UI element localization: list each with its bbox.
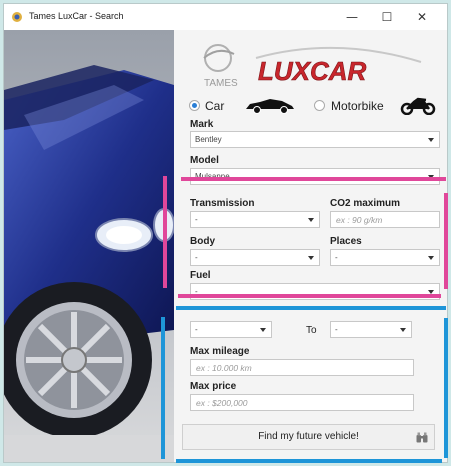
motorbike-radio[interactable]: [314, 100, 325, 111]
luxcar-logo: TAMES LUXCAR: [203, 44, 422, 89]
motorbike-radio-label[interactable]: Motorbike: [331, 99, 384, 113]
places-label: Places: [330, 236, 362, 247]
co2-label: CO2 maximum: [330, 198, 401, 209]
annotation-pink-bottom: [178, 294, 441, 298]
co2-placeholder: ex : 90 g/km: [336, 215, 383, 225]
model-label: Model: [190, 155, 219, 166]
search-panel: TAMES LUXCAR Car Motorbike Mark Bentley: [174, 30, 447, 462]
annotation-pink-left: [163, 176, 167, 288]
body-label: Body: [190, 236, 215, 247]
find-vehicle-button-label: Find my future vehicle!: [258, 431, 359, 442]
app-icon: [12, 12, 22, 22]
co2-input[interactable]: ex : 90 g/km: [330, 211, 440, 228]
motorbike-icon: [400, 97, 436, 115]
minimize-button[interactable]: —: [339, 8, 365, 26]
max-price-placeholder: ex : $200,000: [196, 398, 248, 408]
chevron-down-icon: [428, 138, 434, 142]
annotation-blue-left: [161, 317, 165, 459]
chevron-down-icon: [308, 256, 314, 260]
car-photo: [4, 30, 174, 462]
max-mileage-label: Max mileage: [190, 346, 250, 357]
transmission-select[interactable]: -: [190, 211, 320, 228]
logo-sub-text: TAMES: [204, 78, 238, 89]
annotation-pink-right: [444, 193, 448, 289]
chevron-down-icon: [400, 328, 406, 332]
close-button[interactable]: ✕: [409, 8, 435, 26]
max-price-label: Max price: [190, 381, 237, 392]
year-to-select[interactable]: -: [330, 321, 412, 338]
fuel-label: Fuel: [190, 270, 211, 281]
car-radio[interactable]: [189, 100, 200, 111]
places-select[interactable]: -: [330, 249, 440, 266]
vehicle-type-group: Car Motorbike: [174, 96, 447, 116]
car-icon: [246, 99, 294, 114]
mark-select-value: Bentley: [195, 135, 222, 144]
logo-brand-text: LUXCAR: [258, 56, 367, 86]
annotation-pink-top: [181, 177, 446, 181]
chevron-down-icon: [308, 218, 314, 222]
annotation-blue-top: [176, 306, 446, 310]
window-title: Tames LuxCar - Search: [29, 11, 124, 21]
places-select-value: -: [335, 253, 338, 262]
annotation-blue-right: [444, 318, 448, 458]
car-radio-label[interactable]: Car: [205, 99, 224, 113]
annotation-blue-bottom: [176, 459, 442, 463]
binoculars-icon: [416, 432, 428, 443]
max-price-input[interactable]: ex : $200,000: [190, 394, 414, 411]
chevron-down-icon: [260, 328, 266, 332]
mark-select[interactable]: Bentley: [190, 131, 440, 148]
app-window: Tames LuxCar - Search — ☐ ✕ TAMES LUXCAR…: [3, 3, 448, 463]
title-bar: Tames LuxCar - Search — ☐ ✕: [4, 4, 447, 30]
find-vehicle-button[interactable]: Find my future vehicle!: [182, 424, 435, 450]
body-select[interactable]: -: [190, 249, 320, 266]
transmission-select-value: -: [195, 215, 198, 224]
max-mileage-input[interactable]: ex : 10.000 km: [190, 359, 414, 376]
transmission-label: Transmission: [190, 198, 255, 209]
year-from-value: -: [195, 325, 198, 334]
year-from-select[interactable]: -: [190, 321, 272, 338]
body-select-value: -: [195, 253, 198, 262]
chevron-down-icon: [428, 256, 434, 260]
max-mileage-placeholder: ex : 10.000 km: [196, 363, 252, 373]
year-to-label: To: [306, 325, 317, 336]
mark-label: Mark: [190, 119, 214, 130]
year-to-value: -: [335, 325, 338, 334]
maximize-button[interactable]: ☐: [374, 8, 400, 26]
